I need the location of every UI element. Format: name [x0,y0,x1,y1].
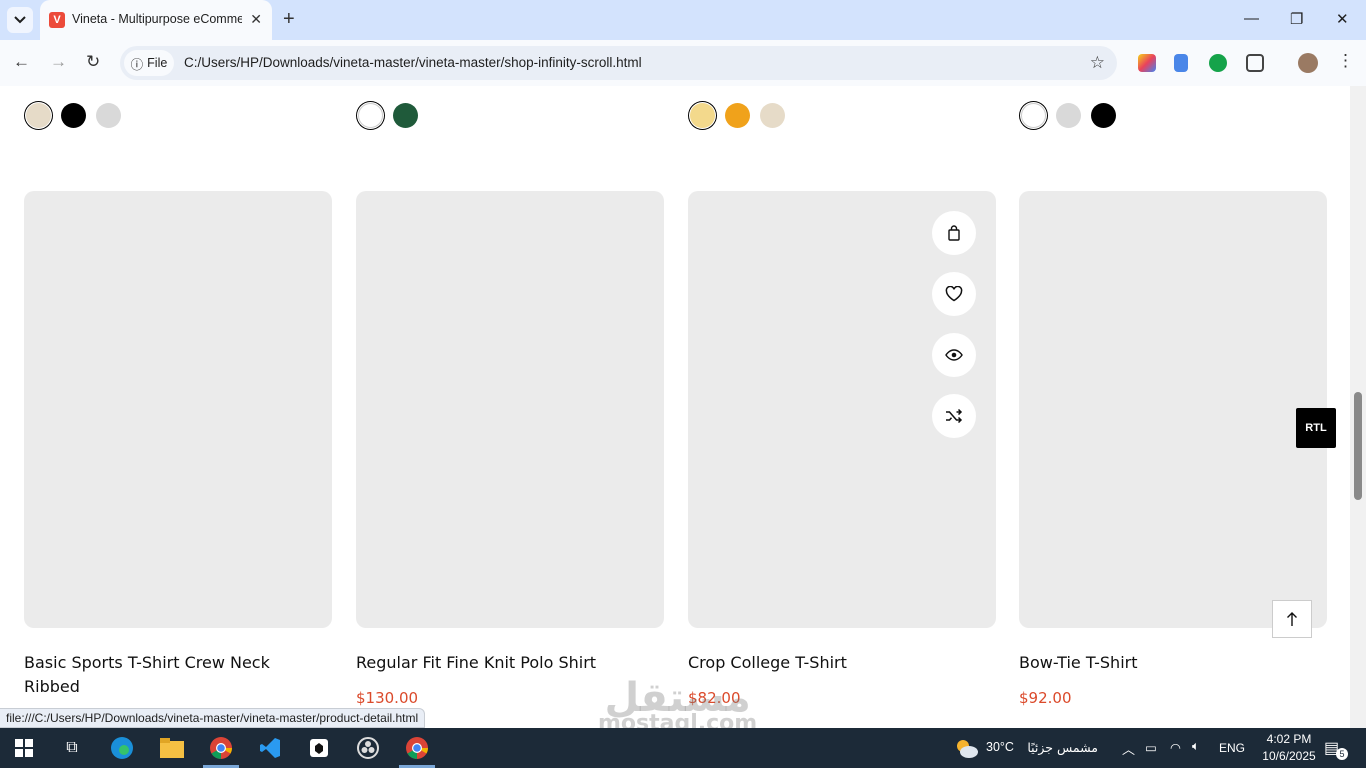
bookmark-star-icon[interactable]: ☆ [1090,53,1105,73]
weather-text[interactable]: مشمس جزئيًا [1024,740,1098,755]
product-price: $92.00 [1019,689,1072,707]
color-swatch[interactable] [358,103,383,128]
extension-color-icon[interactable] [1138,54,1156,72]
product-name[interactable]: Crop College T-Shirt [688,651,978,675]
minimize-button[interactable]: — [1244,10,1259,27]
edge-icon[interactable] [108,734,136,762]
product-name[interactable]: Basic Sports T-Shirt Crew Neck Ribbed [24,651,314,699]
address-bar[interactable]: ⓘ File C:/Users/HP/Downloads/vineta-mast… [120,46,1117,80]
windows-start-icon[interactable] [10,734,38,762]
rtl-toggle-button[interactable]: RTL [1296,408,1336,448]
info-icon: ⓘ [130,57,144,72]
product-card[interactable]: Basic Sports T-Shirt Crew Neck Ribbed [24,191,332,696]
chrome-icon[interactable] [207,734,235,762]
color-swatch[interactable] [61,103,86,128]
color-swatch[interactable] [96,103,121,128]
volume-icon[interactable]: 🔈︎ [1192,739,1200,754]
notification-count: 5 [1336,748,1348,760]
bag-icon [948,225,960,241]
product-name[interactable]: Regular Fit Fine Knit Polo Shirt [356,651,646,675]
product-card[interactable]: Crop College T-Shirt $82.00 [688,191,996,707]
color-swatch[interactable] [1056,103,1081,128]
clock-time[interactable]: 4:02 PM [1260,732,1318,746]
battery-icon[interactable]: ▭ [1145,740,1157,755]
close-window-button[interactable]: ✕ [1336,10,1349,28]
task-view-icon[interactable]: ⧉ [58,734,86,762]
tab-title: Vineta - Multipurpose eCommerce [72,12,242,26]
tray-overflow-chevron-icon[interactable]: ︿ [1122,739,1135,758]
page-viewport: Basic Sports T-Shirt Crew Neck Ribbed Re… [0,86,1350,728]
color-swatch[interactable] [760,103,785,128]
quick-view-button[interactable] [932,333,976,377]
active-tab[interactable]: V Vineta - Multipurpose eCommerce ✕ [40,0,272,40]
chevron-down-icon [14,16,26,24]
product-image[interactable] [24,191,332,628]
add-to-cart-button[interactable] [932,211,976,255]
compare-button[interactable] [932,394,976,438]
grammarly-icon[interactable] [1209,54,1227,72]
product-quick-actions [932,211,976,438]
product-image[interactable] [356,191,664,628]
weather-sun-cloud-icon[interactable] [952,734,980,762]
url-text[interactable]: C:/Users/HP/Downloads/vineta-master/vine… [184,55,642,70]
color-swatch[interactable] [26,103,51,128]
product-price: $130.00 [356,689,419,707]
swatch-row-prev-4 [1021,103,1116,128]
shuffle-icon [946,408,963,424]
link-status-bubble: file:///C:/Users/HP/Downloads/vineta-mas… [0,708,426,728]
back-button[interactable]: ← [13,52,30,72]
clock-date[interactable]: 10/6/2025 [1256,749,1322,763]
reload-button[interactable]: ↻ [86,52,100,72]
color-swatch[interactable] [1091,103,1116,128]
file-explorer-icon[interactable] [158,734,186,762]
tab-search-button[interactable] [7,7,33,33]
favicon-icon: V [49,12,65,28]
profile-avatar[interactable] [1298,53,1318,73]
color-swatch[interactable] [690,103,715,128]
restore-button[interactable]: ❐ [1290,10,1303,28]
menu-kebab-icon[interactable]: ⋮ [1337,51,1354,71]
scrollbar-thumb[interactable] [1354,392,1362,500]
extension-doc-icon[interactable] [1174,54,1188,72]
forward-button[interactable]: → [50,52,67,72]
product-name[interactable]: Bow-Tie T-Shirt [1019,651,1309,675]
swatch-row-prev-3 [690,103,785,128]
wishlist-button[interactable] [932,272,976,316]
input-language[interactable]: ENG [1219,741,1245,755]
vscode-icon[interactable] [256,734,284,762]
obs-icon[interactable] [354,734,382,762]
site-info-chip[interactable]: ⓘ File [124,50,174,76]
color-swatch[interactable] [725,103,750,128]
product-image[interactable] [1019,191,1327,628]
page-scrollbar[interactable] [1350,86,1366,728]
browser-toolbar: ← → ↻ ⓘ File C:/Users/HP/Downloads/vinet… [0,40,1366,86]
site-info-label: File [147,56,168,70]
wifi-icon[interactable]: ◠ [1170,740,1181,755]
heart-icon [945,286,963,302]
color-swatch[interactable] [393,103,418,128]
weather-temp[interactable]: 30°C [986,740,1014,754]
extensions-puzzle-icon[interactable] [1246,54,1264,72]
app-box-icon[interactable] [305,734,333,762]
product-card[interactable]: Bow-Tie T-Shirt $92.00 [1019,191,1327,707]
windows-taskbar: ⧉ 30°C مشمس جزئيًا ︿ ▭ ◠ 🔈︎ ENG 4:02 PM … [0,728,1366,768]
tab-strip: V Vineta - Multipurpose eCommerce ✕ + — … [0,0,1366,40]
chrome-profile-icon[interactable] [403,734,431,762]
swatch-row-prev-2 [358,103,418,128]
watermark: مستقل mostaql.com [598,676,757,736]
new-tab-button[interactable]: + [283,9,295,29]
color-swatch[interactable] [1021,103,1046,128]
product-image[interactable] [688,191,996,628]
swatch-row-prev-1 [26,103,121,128]
tab-close-icon[interactable]: ✕ [250,11,262,28]
eye-icon [945,349,963,361]
product-card[interactable]: Regular Fit Fine Knit Polo Shirt $130.00 [356,191,664,707]
scroll-to-top-button[interactable] [1272,600,1312,638]
arrow-up-icon [1287,612,1297,626]
